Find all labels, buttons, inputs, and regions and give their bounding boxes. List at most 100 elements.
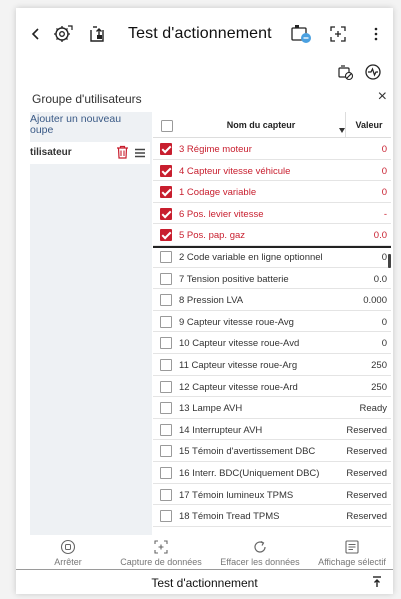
record-icon[interactable] <box>362 62 384 82</box>
table-row[interactable]: 1 Codage variable 0 <box>153 181 391 203</box>
sensor-name: 14 Interrupteur AVH <box>179 424 263 436</box>
table-row[interactable]: 6 Pos. levier vitesse - <box>153 203 391 225</box>
sensor-value: 0 <box>381 251 387 263</box>
sensor-value: 0.0 <box>373 230 387 242</box>
settings-gear-icon[interactable] <box>50 22 76 46</box>
table-row[interactable]: 2 Code variable en ligne optionnel 0 <box>153 246 391 268</box>
sensor-name: 4 Capteur vitesse véhicule <box>179 165 291 177</box>
selection-divider <box>153 246 391 248</box>
user-group-item[interactable]: tilisateur <box>30 142 150 164</box>
scrollbar-thumb[interactable] <box>388 254 391 268</box>
select-all-checkbox[interactable] <box>161 119 173 137</box>
sensor-name: 5 Pos. pap. gaz <box>179 230 246 242</box>
sensor-value: Ready <box>359 403 387 415</box>
table-row[interactable]: 8 Pression LVA 0.000 <box>153 289 391 311</box>
sensor-name: 8 Pression LVA <box>179 295 244 307</box>
pin-icon[interactable] <box>371 575 383 593</box>
clear-data-button[interactable]: Effacer les données <box>212 536 308 570</box>
sensor-name: 9 Capteur vitesse roue-Avg <box>179 316 294 328</box>
row-checkbox[interactable] <box>160 488 172 501</box>
table-row[interactable]: 13 Lampe AVH Ready <box>153 397 391 419</box>
sensor-value: 0.0 <box>373 273 387 285</box>
capture-data-button[interactable]: Capture de données <box>116 536 206 570</box>
car-filter-icon[interactable] <box>334 62 356 82</box>
selective-display-button[interactable]: Affichage sélectif <box>310 536 393 570</box>
trash-icon[interactable] <box>116 145 129 164</box>
more-icon[interactable] <box>366 22 386 46</box>
row-checkbox[interactable] <box>160 423 172 436</box>
table-row[interactable]: 10 Capteur vitesse roue-Avd 0 <box>153 332 391 354</box>
table-row[interactable]: 9 Capteur vitesse roue-Avg 0 <box>153 311 391 333</box>
export-icon[interactable] <box>86 22 110 46</box>
row-checkbox[interactable] <box>160 229 172 242</box>
sensor-value: Reserved <box>346 511 387 523</box>
row-checkbox[interactable] <box>160 294 172 307</box>
sensor-name: 18 Témoin Tread TPMS <box>179 511 280 523</box>
row-checkbox[interactable] <box>160 315 172 328</box>
table-row[interactable]: 5 Pos. pap. gaz 0.0 <box>153 224 391 246</box>
add-group-label-line2: oupe <box>30 124 54 136</box>
table-row[interactable]: 7 Tension positive batterie 0.0 <box>153 268 391 290</box>
footer-title: Test d'actionnement <box>151 576 258 590</box>
table-row[interactable]: 15 Témoin d'avertissement DBC Reserved <box>153 440 391 462</box>
user-group-title: Groupe d'utilisateurs <box>32 92 142 106</box>
user-group-label: tilisateur <box>30 147 72 158</box>
selective-display-icon <box>310 538 393 556</box>
back-icon[interactable] <box>26 22 46 46</box>
capture-data-label: Capture de données <box>120 557 202 567</box>
top-bar: Test d'actionnement <box>16 8 393 60</box>
sensor-table: Nom du capteur Valeur 3 Régime moteur 0 4 … <box>153 112 391 537</box>
row-checkbox[interactable] <box>160 337 172 350</box>
row-checkbox[interactable] <box>160 445 172 458</box>
app-frame: Test d'actionnement Groupe d'utilisateur… <box>16 8 393 594</box>
column-divider <box>345 112 346 138</box>
row-checkbox[interactable] <box>160 510 172 523</box>
row-checkbox[interactable] <box>160 402 172 415</box>
sensor-value: Reserved <box>346 446 387 458</box>
capture-icon[interactable] <box>326 22 350 46</box>
table-row[interactable]: 12 Capteur vitesse roue-Ard 250 <box>153 376 391 398</box>
sensor-name: 15 Témoin d'avertissement DBC <box>179 446 316 458</box>
table-row[interactable]: 17 Témoin lumineux TPMS Reserved <box>153 484 391 506</box>
sensor-name: 16 Interr. BDC(Uniquement DBC) <box>179 467 320 479</box>
table-row[interactable]: 11 Capteur vitesse roue-Arg 250 <box>153 354 391 376</box>
sensor-value: 0 <box>381 187 387 199</box>
table-row[interactable]: 16 Interr. BDC(Uniquement DBC) Reserved <box>153 462 391 484</box>
column-header-value[interactable]: Valeur <box>347 120 391 130</box>
sensor-value: - <box>383 208 387 220</box>
sensor-name: 7 Tension positive batterie <box>179 273 289 285</box>
close-icon[interactable]: × <box>378 88 387 106</box>
sensor-value: 250 <box>371 359 387 371</box>
row-checkbox[interactable] <box>160 250 172 263</box>
sensor-name: 10 Capteur vitesse roue-Avd <box>179 338 300 350</box>
row-checkbox[interactable] <box>160 207 172 220</box>
column-header-sensor-name[interactable]: Nom du capteur <box>181 120 341 130</box>
table-row[interactable]: 4 Capteur vitesse véhicule 0 <box>153 160 391 182</box>
sensor-name: 12 Capteur vitesse roue-Ard <box>179 381 298 393</box>
row-checkbox[interactable] <box>160 143 172 155</box>
sub-toolbar <box>16 60 393 88</box>
user-group-panel: Ajouter un nouveau oupe tilisateur <box>30 112 152 535</box>
page-title: Test d'actionnement <box>128 25 272 42</box>
battery-icon[interactable] <box>288 22 314 46</box>
table-row[interactable]: 3 Régime moteur 0 <box>153 138 391 160</box>
menu-icon[interactable] <box>134 146 146 164</box>
stop-button[interactable]: Arrêter <box>44 536 92 570</box>
row-checkbox[interactable] <box>160 358 172 371</box>
sensor-name: 11 Capteur vitesse roue-Arg <box>179 359 298 371</box>
sensor-name: 3 Régime moteur <box>179 144 252 155</box>
stop-label: Arrêter <box>54 557 82 567</box>
row-checkbox[interactable] <box>160 186 172 199</box>
add-group-button[interactable]: Ajouter un nouveau oupe <box>30 114 150 136</box>
row-checkbox[interactable] <box>160 380 172 393</box>
table-row[interactable]: 14 Interrupteur AVH Reserved <box>153 419 391 441</box>
row-checkbox[interactable] <box>160 164 172 177</box>
clear-data-label: Effacer les données <box>220 557 300 567</box>
table-row[interactable]: 18 Témoin Tread TPMS Reserved <box>153 505 391 527</box>
table-body: 3 Régime moteur 0 4 Capteur vitesse véhicu… <box>153 138 391 527</box>
sensor-value: Reserved <box>346 424 387 436</box>
sensor-value: 0 <box>381 316 387 328</box>
user-group-header: Groupe d'utilisateurs × <box>16 88 393 110</box>
row-checkbox[interactable] <box>160 466 172 479</box>
row-checkbox[interactable] <box>160 272 172 285</box>
